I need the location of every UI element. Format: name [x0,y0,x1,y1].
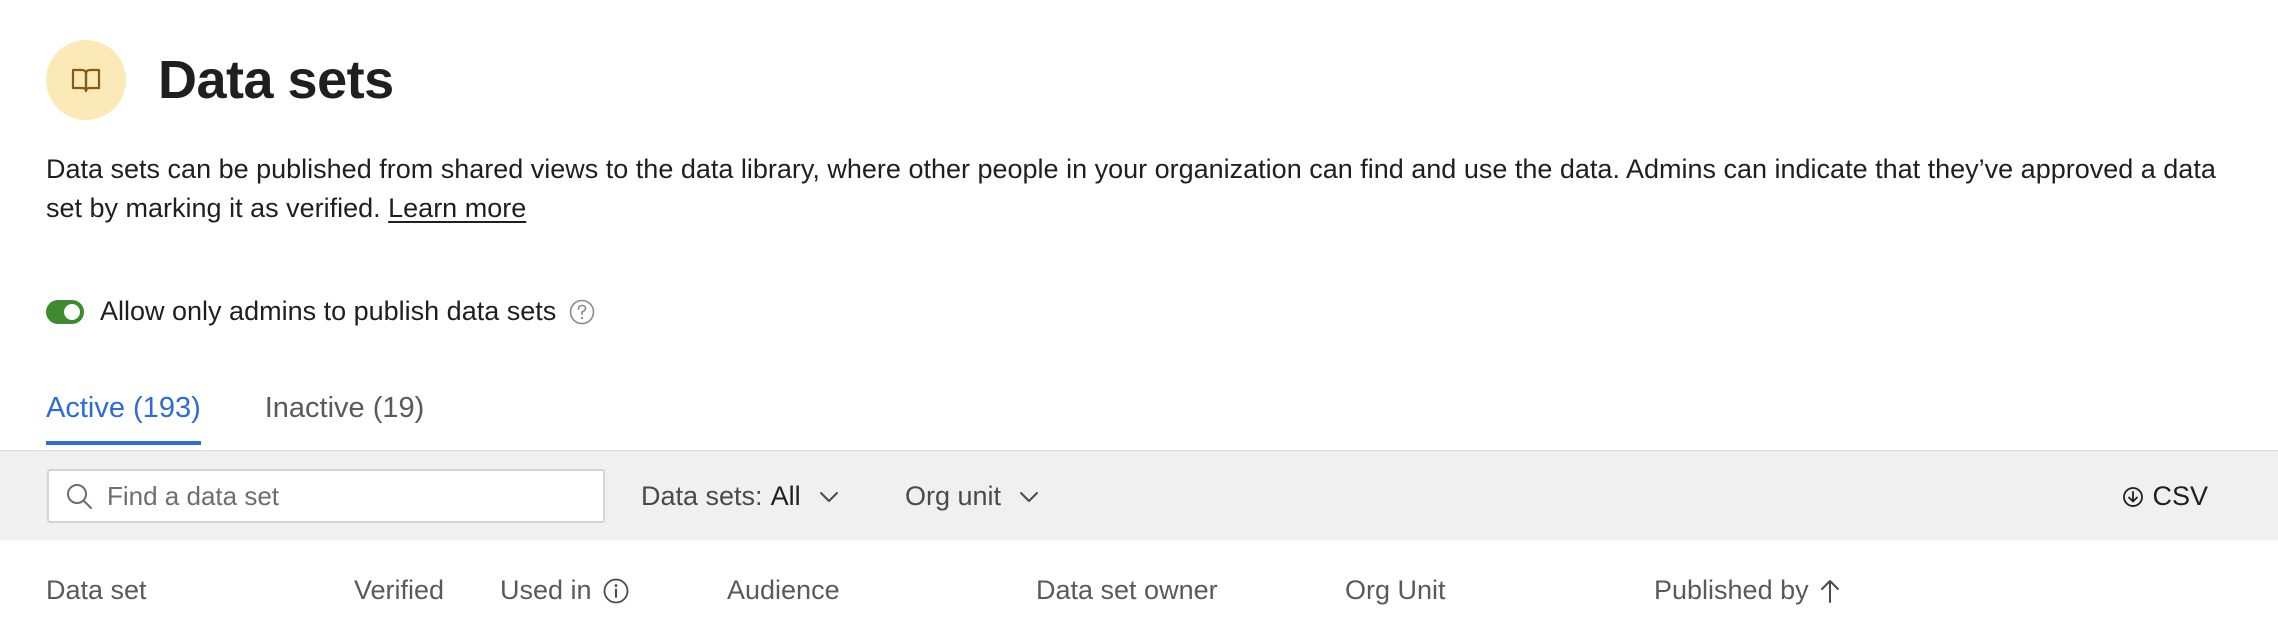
column-label: Data set [46,575,147,605]
search-box [47,469,605,523]
column-header-audience[interactable]: Audience [727,575,840,606]
column-label: Used in [500,575,592,605]
help-circle-icon[interactable] [568,298,596,326]
status-tabs: Active (193) Inactive (19) [46,392,488,445]
info-icon[interactable] [602,577,630,605]
datasets-filter-dropdown[interactable]: Data sets: All [641,481,839,512]
admins-only-toggle[interactable] [46,299,84,324]
page-title: Data sets [158,50,394,110]
column-label: Published by [1654,575,1809,605]
csv-label: CSV [2152,481,2208,511]
org-unit-filter-dropdown[interactable]: Org unit [905,481,1039,512]
column-label: Audience [727,575,840,605]
admins-only-label: Allow only admins to publish data sets [100,296,557,326]
toggle-knob [64,303,80,320]
page-header: Data sets [46,40,394,120]
column-header-used-in[interactable]: Used in [500,575,630,606]
org-unit-filter-label: Org unit [905,481,1002,511]
page-description: Data sets can be published from shared v… [46,150,2256,228]
filter-toolbar: Data sets: All Org unit CSV [0,450,2278,540]
download-icon [2122,486,2144,508]
chevron-down-icon [819,491,839,503]
column-header-published-by[interactable]: Published by [1654,575,1841,606]
column-label: Verified [354,575,445,605]
book-icon [46,40,126,120]
column-header-org-unit[interactable]: Org Unit [1345,575,1446,606]
tab-inactive[interactable]: Inactive (19) [265,392,425,445]
description-text: Data sets can be published from shared v… [46,154,2216,223]
search-icon [65,482,93,510]
datasets-filter-value: All [770,481,801,511]
learn-more-link[interactable]: Learn more [388,193,526,223]
column-header-data-set[interactable]: Data set [46,575,147,606]
chevron-down-icon [1019,491,1039,503]
column-header-data-set-owner[interactable]: Data set owner [1036,575,1218,606]
table-header: Data set Verified Used in Audience Data … [0,575,2278,615]
search-input[interactable] [107,480,577,512]
sort-ascending-arrow-icon[interactable] [1819,578,1841,604]
tab-active[interactable]: Active (193) [46,392,201,445]
csv-download-button[interactable]: CSV [2122,481,2208,512]
datasets-filter-label: Data sets: [641,481,763,511]
column-label: Org Unit [1345,575,1446,605]
column-label: Data set owner [1036,575,1218,605]
publish-permission-setting: Allow only admins to publish data sets [46,296,596,327]
column-header-verified[interactable]: Verified [354,575,444,606]
